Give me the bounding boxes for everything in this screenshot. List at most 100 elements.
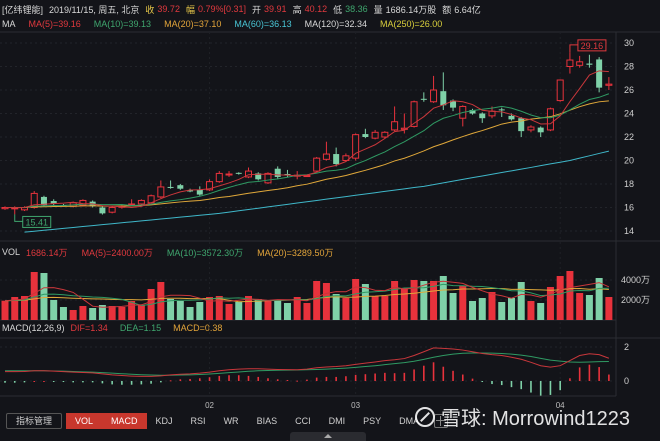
candle (137, 199, 145, 206)
tab-psy[interactable]: PSY (354, 413, 390, 429)
price-tick-label: 20 (624, 156, 634, 166)
macd-histogram-bar (559, 381, 561, 391)
candle (245, 167, 252, 179)
macd-histogram-bar (169, 380, 172, 382)
volume-bar (235, 302, 243, 320)
macd-histogram-bar (150, 381, 152, 384)
macd-histogram-bar (218, 375, 221, 381)
low-price-label: 15.41 (25, 217, 48, 227)
tab-vol[interactable]: VOL (66, 413, 103, 429)
volume-bar (283, 303, 291, 320)
candle-body (576, 61, 584, 66)
macd-histogram-bar (121, 381, 123, 385)
stock-chart[interactable]: 3028262422201816144000万2000万2002 03 0415.4… (0, 0, 660, 412)
volume-bar (186, 307, 194, 320)
candle-body (537, 127, 544, 133)
volume-bar (176, 301, 184, 320)
volume-bar (352, 279, 360, 320)
candle (362, 128, 369, 139)
candle (313, 156, 321, 173)
tab-macd[interactable]: MACD (102, 413, 147, 429)
price-tick-label: 26 (624, 85, 634, 95)
watermark: 雪球: Morrowind1223 (415, 402, 630, 431)
candle (576, 55, 584, 68)
macd-histogram-bar (345, 376, 347, 381)
candle-body (479, 113, 486, 119)
tab-kdj[interactable]: KDJ (147, 413, 182, 429)
volume-bar (566, 271, 574, 320)
candle-body (313, 157, 321, 172)
candle (556, 79, 564, 102)
price-tick-label: 14 (624, 226, 634, 236)
tab-bias[interactable]: BIAS (248, 413, 287, 429)
macd-histogram-bar (111, 381, 113, 385)
volume-bar (361, 284, 369, 320)
tab-indicator-manager[interactable]: 指标管理 (6, 413, 63, 429)
macd-histogram-bar (4, 381, 6, 383)
volume-bar (254, 299, 262, 320)
candle (225, 171, 233, 177)
volume-bar (69, 310, 77, 320)
macd-histogram-bar (33, 381, 36, 382)
volume-bar (332, 294, 340, 320)
tab-cci[interactable]: CCI (286, 413, 320, 429)
panel-expand-handle[interactable] (290, 432, 366, 441)
volume-bar (1, 300, 9, 320)
tab-rsi[interactable]: RSI (182, 413, 215, 429)
macd-tick-label: 2 (624, 342, 629, 352)
candle (255, 172, 262, 181)
macd-histogram-bar (130, 381, 133, 385)
volume-bar (420, 281, 428, 320)
macd-histogram-bar (461, 374, 464, 381)
candle-body (430, 89, 438, 103)
candle (391, 106, 399, 132)
date-tick-label: 03 (351, 401, 360, 410)
candle-body (322, 153, 330, 160)
candle-body (566, 59, 574, 67)
candle-body (177, 185, 184, 189)
candle (50, 199, 57, 206)
macd-histogram-bar (393, 373, 396, 381)
macd-histogram-bar (237, 375, 240, 381)
candle (177, 184, 184, 190)
macd-histogram-bar (296, 380, 298, 382)
macd-histogram-bar (199, 378, 201, 381)
volume-bar (517, 282, 525, 320)
tab-wr[interactable]: WR (215, 413, 248, 429)
volume-bar (537, 303, 545, 320)
dea-line (5, 352, 609, 376)
candle-body (440, 91, 447, 106)
volume-bar (498, 302, 506, 320)
candle-body (167, 186, 174, 188)
macd-histogram-bar (286, 379, 289, 381)
macd-histogram-bar (257, 376, 260, 381)
candle (1, 206, 9, 210)
candle (596, 57, 603, 93)
macd-histogram-bar (510, 381, 513, 388)
date-tick-label: 02 (205, 401, 214, 410)
macd-histogram-bar (569, 378, 571, 381)
volume-bar (50, 300, 58, 320)
candle-body (420, 98, 427, 100)
volume-bar (605, 297, 613, 320)
candle (586, 54, 593, 68)
candle (479, 112, 486, 123)
volume-bar (410, 280, 418, 320)
volume-bar (313, 281, 321, 320)
volume-bar (89, 308, 97, 320)
macd-histogram-bar (588, 364, 591, 381)
macd-histogram-bar (442, 366, 445, 381)
tab-dmi[interactable]: DMI (320, 413, 355, 429)
volume-bar (118, 307, 126, 320)
candle (566, 52, 574, 74)
macd-histogram-bar (549, 381, 552, 395)
macd-histogram-bar (500, 381, 503, 386)
macd-histogram-bar (160, 381, 162, 383)
volume-bar (322, 283, 330, 320)
candle (322, 141, 330, 161)
candle-body (362, 134, 369, 137)
macd-histogram-bar (228, 375, 230, 381)
volume-bar (40, 273, 48, 320)
volume-bar (59, 307, 67, 320)
volume-bar (79, 306, 87, 320)
